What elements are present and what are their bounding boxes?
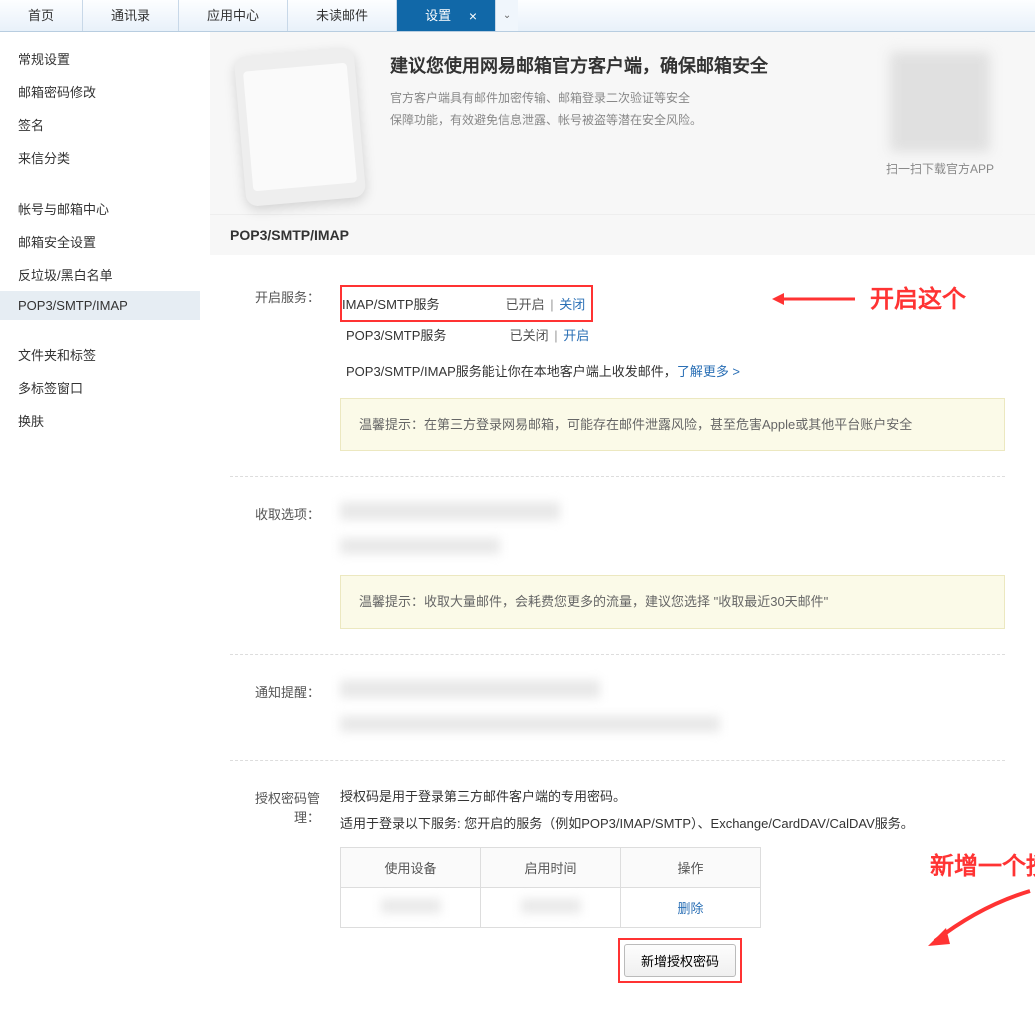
pop3-open-link[interactable]: 开启 xyxy=(563,328,589,343)
table-col-time: 启用时间 xyxy=(481,847,621,887)
imap-close-link[interactable]: 关闭 xyxy=(559,297,585,312)
receive-options-label: 收取选项： xyxy=(230,502,340,523)
tab-home[interactable]: 首页 xyxy=(0,0,83,31)
redacted-content xyxy=(340,716,720,732)
sidebar-item-account[interactable]: 帐号与邮箱中心 xyxy=(0,192,200,225)
auth-desc-1: 授权码是用于登录第三方邮件客户端的专用密码。 xyxy=(340,786,1005,805)
notify-label: 通知提醒： xyxy=(230,680,340,701)
table-row: 删除 xyxy=(341,887,761,927)
highlight-box-enable: IMAP/SMTP服务 已开启 | 关闭 xyxy=(340,285,593,322)
table-col-action: 操作 xyxy=(621,847,761,887)
warning-tip-1: 温馨提示：在第三方登录网易邮箱，可能存在邮件泄露风险，甚至危害Apple或其他平… xyxy=(340,398,1005,451)
sidebar-item-pop3smtp[interactable]: POP3/SMTP/IMAP xyxy=(0,291,200,320)
delete-auth-link[interactable]: 删除 xyxy=(677,901,703,916)
sidebar-item-filter[interactable]: 来信分类 xyxy=(0,141,200,174)
section-header: POP3/SMTP/IMAP xyxy=(210,214,1035,255)
redacted-content xyxy=(381,899,441,913)
promo-banner: 建议您使用网易邮箱官方客户端，确保邮箱安全 官方客户端具有邮件加密传输、邮箱登录… xyxy=(210,32,1035,214)
auth-manage-label: 授权密码管理： xyxy=(230,786,340,826)
close-icon[interactable]: × xyxy=(469,0,477,32)
sidebar-item-password[interactable]: 邮箱密码修改 xyxy=(0,75,200,108)
sidebar-item-folders[interactable]: 文件夹和标签 xyxy=(0,338,200,371)
redacted-content xyxy=(340,680,600,698)
redacted-content xyxy=(340,538,500,554)
sidebar-item-general[interactable]: 常规设置 xyxy=(0,42,200,75)
tab-unread[interactable]: 未读邮件 xyxy=(288,0,397,31)
qr-code-icon xyxy=(890,52,990,152)
top-tab-bar: 首页 通讯录 应用中心 未读邮件 设置 × ⌄ xyxy=(0,0,1035,32)
pop3-service-name: POP3/SMTP服务 xyxy=(346,325,506,344)
auth-desc-2: 适用于登录以下服务: 您开启的服务（例如POP3/IMAP/SMTP）、Exch… xyxy=(340,813,1005,832)
banner-title: 建议您使用网易邮箱官方客户端，确保邮箱安全 xyxy=(390,52,875,78)
service-tip-text: POP3/SMTP/IMAP服务能让你在本地客户端上收发邮件， xyxy=(346,364,677,379)
sidebar-item-signature[interactable]: 签名 xyxy=(0,108,200,141)
sidebar-item-security[interactable]: 邮箱安全设置 xyxy=(0,225,200,258)
tab-dropdown-icon[interactable]: ⌄ xyxy=(496,0,518,31)
banner-desc: 官方客户端具有邮件加密传输、邮箱登录二次验证等安全 保障功能，有效避免信息泄露、… xyxy=(390,88,875,131)
tab-apps[interactable]: 应用中心 xyxy=(179,0,288,31)
sidebar-item-multitab[interactable]: 多标签窗口 xyxy=(0,371,200,404)
sidebar-item-spam[interactable]: 反垃圾/黑白名单 xyxy=(0,258,200,291)
enable-service-label: 开启服务： xyxy=(230,285,340,306)
annotation-text-1: 开启这个 xyxy=(870,279,966,314)
annotation-arrow-1-icon xyxy=(770,289,860,309)
tab-contacts[interactable]: 通讯录 xyxy=(83,0,179,31)
pop3-status: 已关闭 xyxy=(510,328,549,343)
add-auth-button[interactable]: 新增授权密码 xyxy=(624,944,736,977)
sidebar-item-skin[interactable]: 换肤 xyxy=(0,404,200,437)
warning-tip-2: 温馨提示：收取大量邮件，会耗费您更多的流量，建议您选择 "收取最近30天邮件" xyxy=(340,575,1005,628)
learn-more-link[interactable]: 了解更多 > xyxy=(677,364,740,379)
auth-table: 使用设备 启用时间 操作 删除 xyxy=(340,847,761,928)
content-area: 建议您使用网易邮箱官方客户端，确保邮箱安全 官方客户端具有邮件加密传输、邮箱登录… xyxy=(200,32,1035,1028)
tab-settings[interactable]: 设置 × xyxy=(397,0,496,31)
imap-service-name: IMAP/SMTP服务 xyxy=(342,294,502,313)
redacted-content xyxy=(340,502,560,520)
imap-status: 已开启 xyxy=(506,297,545,312)
tab-settings-label: 设置 xyxy=(425,8,451,23)
qr-download: 扫一扫下载官方APP xyxy=(875,52,1005,177)
table-col-device: 使用设备 xyxy=(341,847,481,887)
highlight-box-add: 新增授权密码 xyxy=(618,938,742,983)
annotation-arrow-2-icon xyxy=(920,886,1035,956)
annotation-text-2: 新增一个授权码 xyxy=(930,846,1035,881)
phone-illustration-icon xyxy=(234,47,367,207)
qr-label: 扫一扫下载官方APP xyxy=(875,160,1005,177)
redacted-content xyxy=(521,899,581,913)
settings-sidebar: 常规设置 邮箱密码修改 签名 来信分类 帐号与邮箱中心 邮箱安全设置 反垃圾/黑… xyxy=(0,32,200,1028)
